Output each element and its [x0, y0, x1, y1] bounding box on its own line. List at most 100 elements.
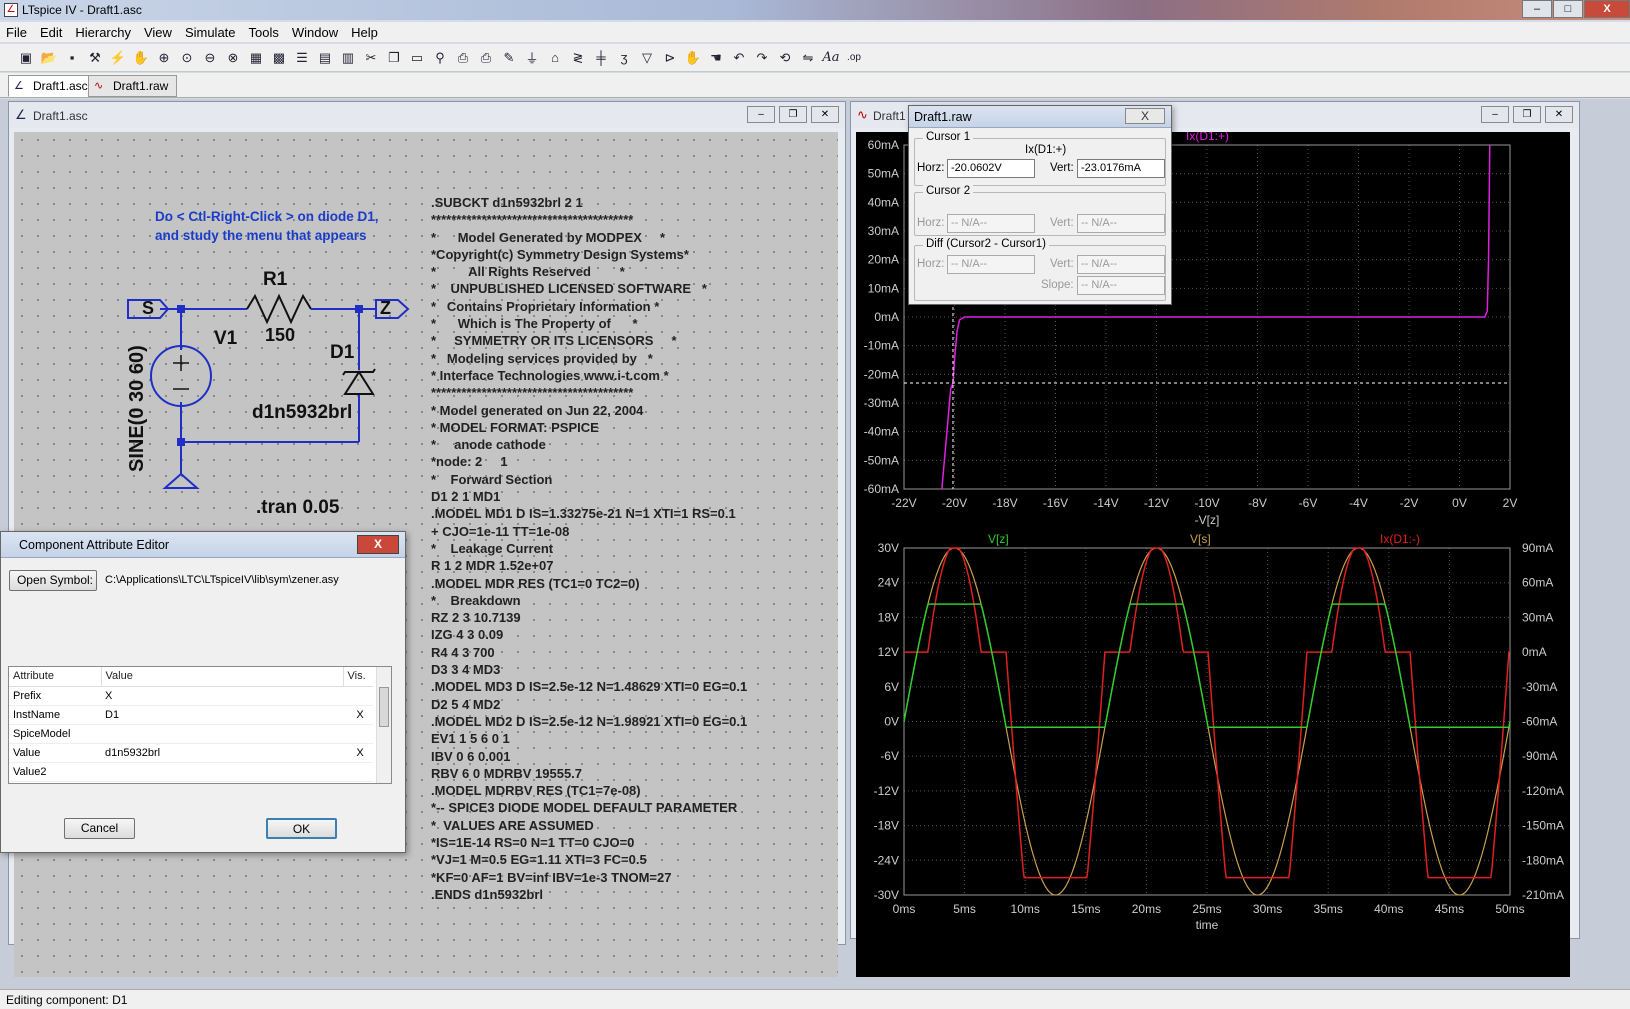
- v1-label[interactable]: V1: [214, 328, 237, 350]
- print-icon[interactable]: ⎙: [476, 48, 496, 68]
- close-button[interactable]: X: [1584, 0, 1630, 18]
- menu-help[interactable]: Help: [351, 25, 378, 40]
- pan-icon[interactable]: ⊙: [177, 48, 197, 68]
- undo-icon[interactable]: ↶: [729, 48, 749, 68]
- menu-tools[interactable]: Tools: [249, 25, 279, 40]
- tab-draft1-asc[interactable]: ∠ Draft1.asc: [8, 75, 97, 97]
- maximize-button[interactable]: □: [1553, 0, 1583, 18]
- run-icon[interactable]: ⚡: [108, 48, 128, 68]
- diode-icon[interactable]: ▽: [637, 48, 657, 68]
- r1-value[interactable]: 150: [265, 325, 295, 346]
- open-symbol-button[interactable]: Open Symbol:: [9, 570, 97, 591]
- minimize-button[interactable]: –: [1522, 0, 1552, 18]
- grid-icon[interactable]: ▩: [269, 48, 289, 68]
- vis-cell[interactable]: [343, 724, 373, 744]
- cursor1-horz-field[interactable]: -20.0602V: [947, 159, 1035, 178]
- r1-label[interactable]: R1: [263, 269, 287, 291]
- menu-edit[interactable]: Edit: [40, 25, 62, 40]
- save-icon[interactable]: ▪: [62, 48, 82, 68]
- autorange-icon[interactable]: ▦: [246, 48, 266, 68]
- close-button[interactable]: ✕: [811, 106, 839, 123]
- print-setup-icon[interactable]: ⎙: [453, 48, 473, 68]
- move-icon[interactable]: ✋: [683, 48, 703, 68]
- menu-window[interactable]: Window: [292, 25, 338, 40]
- zoom-in-icon[interactable]: ⊕: [154, 48, 174, 68]
- zoom-fit-icon[interactable]: ⊗: [223, 48, 243, 68]
- mirror-icon[interactable]: ⇋: [798, 48, 818, 68]
- paste-icon[interactable]: ▭: [407, 48, 427, 68]
- vis-cell[interactable]: [343, 762, 373, 782]
- column-header-attribute[interactable]: Attribute: [9, 667, 102, 687]
- resistor-r1[interactable]: [246, 293, 312, 325]
- ground-icon[interactable]: ⏚: [522, 48, 542, 68]
- table-row[interactable]: Prefix X: [9, 686, 373, 706]
- spice-directive-icon[interactable]: .op: [844, 48, 864, 68]
- close-button[interactable]: ✕: [1545, 106, 1573, 123]
- minimize-button[interactable]: –: [1481, 106, 1509, 123]
- net-label-z[interactable]: Z: [380, 298, 391, 319]
- open-icon[interactable]: 📂: [39, 48, 59, 68]
- table-row[interactable]: Value d1n5932brl X: [9, 743, 373, 763]
- column-header-vis[interactable]: Vis.: [343, 667, 373, 687]
- menu-view[interactable]: View: [144, 25, 172, 40]
- restore-button[interactable]: ❐: [1513, 106, 1541, 123]
- vis-cell[interactable]: [343, 686, 373, 706]
- minimize-button[interactable]: –: [747, 106, 775, 123]
- zoom-out-icon[interactable]: ⊖: [200, 48, 220, 68]
- component-icon[interactable]: ⊳: [660, 48, 680, 68]
- subckt-netlist-directive[interactable]: .SUBCKT d1n5932brl 2 1 ******************…: [431, 194, 747, 903]
- d1-label[interactable]: D1: [330, 342, 354, 364]
- control-panel-icon[interactable]: ⚒: [85, 48, 105, 68]
- menu-simulate[interactable]: Simulate: [185, 25, 236, 40]
- net-label-s[interactable]: S: [142, 298, 154, 319]
- tile-horizontal-icon[interactable]: ☰: [292, 48, 312, 68]
- vis-cell[interactable]: X: [343, 743, 373, 763]
- cursor1-vert-field[interactable]: -23.0176mA: [1077, 159, 1165, 178]
- rotate-icon[interactable]: ⟲: [775, 48, 795, 68]
- tab-draft1-raw[interactable]: ∿ Draft1.raw: [88, 75, 178, 97]
- ok-button[interactable]: OK: [266, 818, 337, 839]
- vis-cell[interactable]: X: [343, 705, 373, 725]
- component-attribute-editor[interactable]: Component Attribute Editor X Open Symbol…: [0, 531, 406, 853]
- halt-icon[interactable]: ✋: [131, 48, 151, 68]
- table-scrollbar[interactable]: [376, 667, 391, 783]
- cascade-icon[interactable]: ▥: [338, 48, 358, 68]
- value-cell[interactable]: D1: [101, 705, 343, 725]
- table-row[interactable]: Value2: [9, 762, 373, 782]
- copy-icon[interactable]: ❐: [384, 48, 404, 68]
- y-tick-label: -18V: [874, 819, 899, 833]
- capacitor-icon[interactable]: ╪: [591, 48, 611, 68]
- column-header-value[interactable]: Value: [101, 667, 344, 687]
- v1-source-value[interactable]: SINE(0 30 60): [126, 345, 149, 472]
- value-cell[interactable]: [101, 762, 343, 782]
- d1-value[interactable]: d1n5932brl: [252, 402, 352, 424]
- close-button[interactable]: X: [357, 535, 399, 554]
- cursor-dialog[interactable]: Draft1.raw X Cursor 1 Ix(D1:+) Horz: -20…: [908, 105, 1172, 305]
- zener-diode-d1[interactable]: [342, 368, 376, 395]
- inductor-icon[interactable]: ʒ: [614, 48, 634, 68]
- value-cell[interactable]: d1n5932brl: [101, 743, 343, 763]
- label-net-icon[interactable]: ⌂: [545, 48, 565, 68]
- tran-directive[interactable]: .tran 0.05: [256, 497, 339, 519]
- value-cell[interactable]: X: [101, 686, 343, 706]
- close-button[interactable]: X: [1125, 108, 1165, 124]
- draw-wire-icon[interactable]: ✎: [499, 48, 519, 68]
- menu-file[interactable]: File: [6, 25, 27, 40]
- attribute-table[interactable]: Attribute Value Vis. Prefix X InstName D1 X…: [8, 666, 392, 784]
- table-row[interactable]: InstName D1 X: [9, 705, 373, 725]
- value-cell[interactable]: [101, 724, 343, 744]
- new-schematic-icon[interactable]: ▣: [16, 48, 36, 68]
- drag-icon[interactable]: ☚: [706, 48, 726, 68]
- netlist-line: .SUBCKT d1n5932brl 2 1: [431, 195, 583, 210]
- redo-icon[interactable]: ↷: [752, 48, 772, 68]
- table-row[interactable]: SpiceModel: [9, 724, 373, 744]
- restore-button[interactable]: ❐: [779, 106, 807, 123]
- menu-hierarchy[interactable]: Hierarchy: [75, 25, 131, 40]
- resistor-icon[interactable]: ≷: [568, 48, 588, 68]
- cancel-button[interactable]: Cancel: [64, 818, 135, 839]
- text-icon[interactable]: Aa: [821, 48, 841, 68]
- netlist-line: * All Rights Reserved *: [431, 264, 625, 280]
- find-icon[interactable]: ⚲: [430, 48, 450, 68]
- tile-vertical-icon[interactable]: ▤: [315, 48, 335, 68]
- cut-icon[interactable]: ✂: [361, 48, 381, 68]
